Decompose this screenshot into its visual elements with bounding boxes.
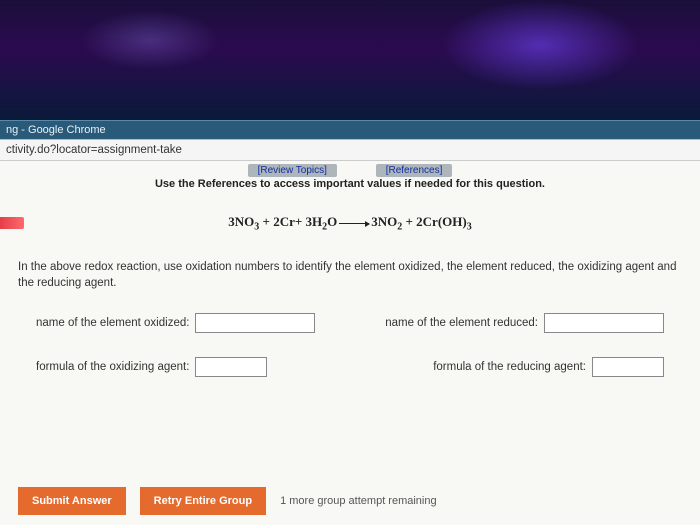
- oxidized-group: name of the element oxidized:: [36, 313, 315, 333]
- reducing-agent-label: formula of the reducing agent:: [433, 361, 586, 373]
- reaction-arrow-icon: [339, 223, 369, 224]
- chemical-equation: 3NO3 + 2Cr+ 3H2O3NO2 + 2Cr(OH)3: [12, 214, 688, 233]
- review-topics-link[interactable]: [Review Topics]: [248, 164, 337, 177]
- oxidizing-agent-input[interactable]: [195, 357, 267, 377]
- address-bar[interactable]: ctivity.do?locator=assignment-take: [0, 139, 700, 161]
- eq-part: O: [327, 214, 337, 229]
- top-links: [Review Topics] [References]: [12, 161, 688, 176]
- desktop-background: [0, 0, 700, 120]
- window-titlebar: ng - Google Chrome: [0, 120, 700, 139]
- page-content: [Review Topics] [References] Use the Ref…: [0, 161, 700, 525]
- reducing-agent-input[interactable]: [592, 357, 664, 377]
- reduced-input[interactable]: [544, 313, 664, 333]
- answer-fields: name of the element oxidized: name of th…: [36, 313, 664, 377]
- reduced-group: name of the element reduced:: [385, 313, 664, 333]
- eq-part: 3NO: [371, 214, 397, 229]
- url-text: ctivity.do?locator=assignment-take: [6, 144, 182, 156]
- oxidizing-agent-group: formula of the oxidizing agent:: [36, 357, 267, 377]
- submit-answer-button[interactable]: Submit Answer: [18, 487, 126, 515]
- retry-group-button[interactable]: Retry Entire Group: [140, 487, 266, 515]
- progress-marker: [0, 217, 24, 229]
- eq-part: + 2Cr(OH): [402, 214, 466, 229]
- row-agents: formula of the oxidizing agent: formula …: [36, 357, 664, 377]
- reducing-agent-group: formula of the reducing agent:: [433, 357, 664, 377]
- reduced-label: name of the element reduced:: [385, 317, 538, 329]
- attempts-remaining: 1 more group attempt remaining: [280, 495, 437, 507]
- oxidizing-agent-label: formula of the oxidizing agent:: [36, 361, 189, 373]
- row-elements: name of the element oxidized: name of th…: [36, 313, 664, 333]
- footer-controls: Submit Answer Retry Entire Group 1 more …: [18, 487, 437, 515]
- eq-part: + 2Cr+ 3H: [259, 214, 322, 229]
- references-link[interactable]: [References]: [376, 164, 453, 177]
- oxidized-input[interactable]: [195, 313, 315, 333]
- oxidized-label: name of the element oxidized:: [36, 317, 189, 329]
- question-prompt: In the above redox reaction, use oxidati…: [18, 259, 682, 291]
- instructions-text: Use the References to access important v…: [12, 178, 688, 190]
- eq-sub: 3: [467, 222, 472, 233]
- window-title: ng - Google Chrome: [6, 124, 106, 136]
- eq-part: 3NO: [228, 214, 254, 229]
